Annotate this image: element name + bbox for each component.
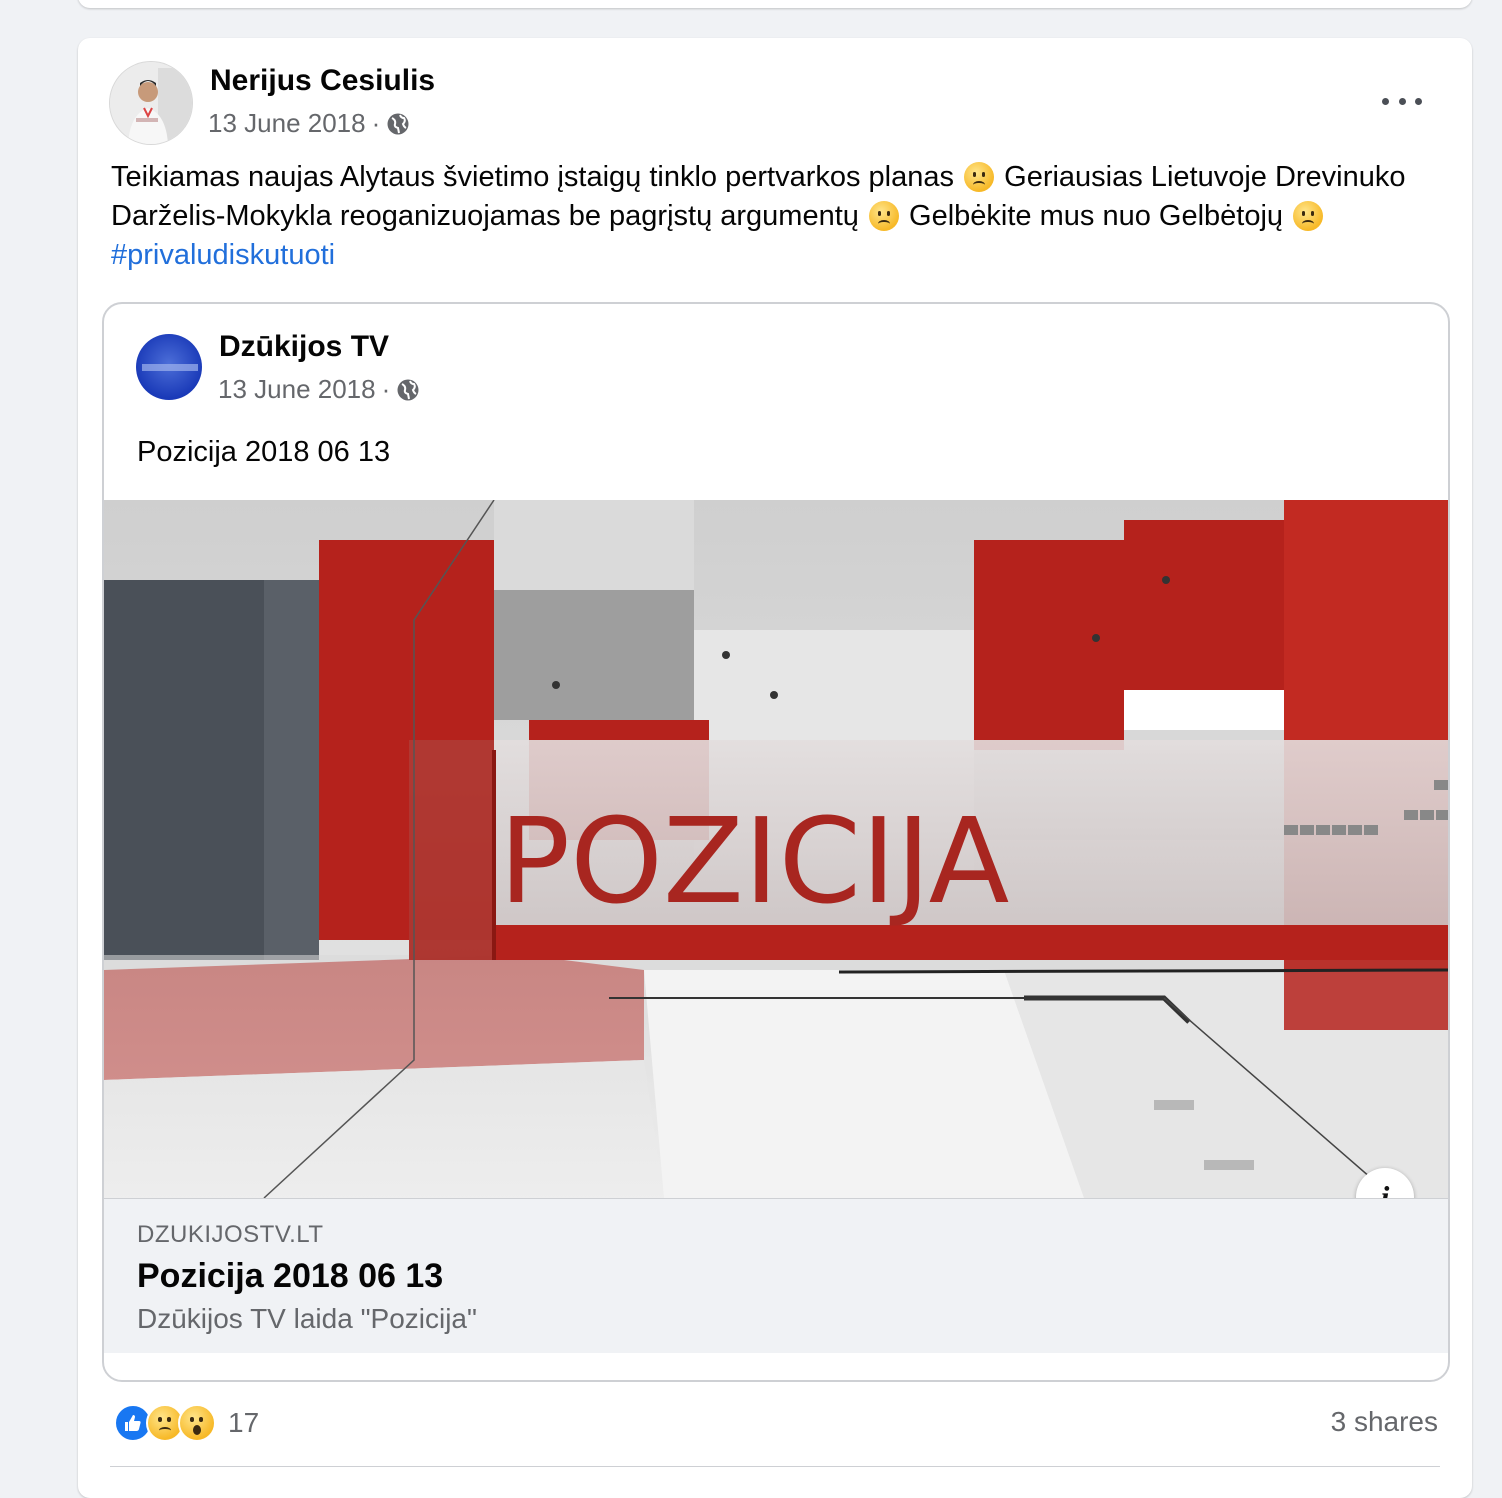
post-date[interactable]: 13 June 2018	[208, 108, 366, 139]
hashtag-link[interactable]: #privaludiskutuoti	[111, 239, 335, 271]
meta-separator: ·	[381, 374, 391, 404]
globe-icon	[386, 112, 410, 136]
shared-post: Dzūkijos TV 13 June 2018 · Pozicija 2018…	[102, 302, 1450, 1382]
link-domain: DZUKIJOSTV.LT	[137, 1221, 324, 1248]
video-thumbnail[interactable]: POZICIJA	[104, 500, 1448, 1198]
post-text: Teikiamas naujas Alytaus švietimo įstaig…	[111, 158, 1441, 275]
dot-icon	[1415, 97, 1422, 105]
confused-face-emoji-icon	[964, 162, 995, 192]
confused-face-emoji-icon	[1293, 201, 1324, 231]
dot-icon	[1398, 97, 1406, 105]
wow-reaction-icon	[178, 1404, 216, 1442]
media-title-text: POZICIJA	[499, 792, 1009, 930]
author-name[interactable]: Nerijus Cesiulis	[210, 64, 435, 98]
previous-post-card	[78, 0, 1472, 8]
post-text-part-3: Gelbėkite mus nuo Gelbėtojų	[909, 200, 1284, 232]
globe-icon	[396, 378, 420, 402]
post-card: Nerijus Cesiulis 13 June 2018 · Teikiama…	[78, 38, 1472, 1498]
post-meta: 13 June 2018 ·	[208, 108, 410, 139]
author-avatar[interactable]	[110, 62, 192, 144]
confused-face-emoji-icon	[868, 201, 899, 231]
shared-text: Pozicija 2018 06 13	[137, 436, 391, 468]
reaction-count: 17	[228, 1407, 260, 1438]
link-description: Dzūkijos TV laida "Pozicija"	[137, 1303, 477, 1334]
shared-meta: 13 June 2018 ·	[218, 374, 420, 405]
dot-icon	[1382, 97, 1389, 105]
shares-count[interactable]: 3 shares	[1331, 1406, 1438, 1438]
footer-divider	[110, 1466, 1440, 1467]
page-avatar[interactable]	[136, 334, 202, 400]
meta-separator: ·	[371, 108, 381, 138]
shared-date[interactable]: 13 June 2018	[218, 374, 376, 405]
reactions-summary[interactable]: 17	[114, 1404, 259, 1442]
link-preview[interactable]: DZUKIJOSTV.LT Pozicija 2018 06 13 Dzūkij…	[104, 1198, 1448, 1353]
more-options-button[interactable]	[1382, 94, 1422, 108]
page-name[interactable]: Dzūkijos TV	[219, 330, 389, 364]
post-text-part-1: Teikiamas naujas Alytaus švietimo įstaig…	[111, 161, 955, 193]
link-title[interactable]: Pozicija 2018 06 13	[137, 1257, 443, 1296]
